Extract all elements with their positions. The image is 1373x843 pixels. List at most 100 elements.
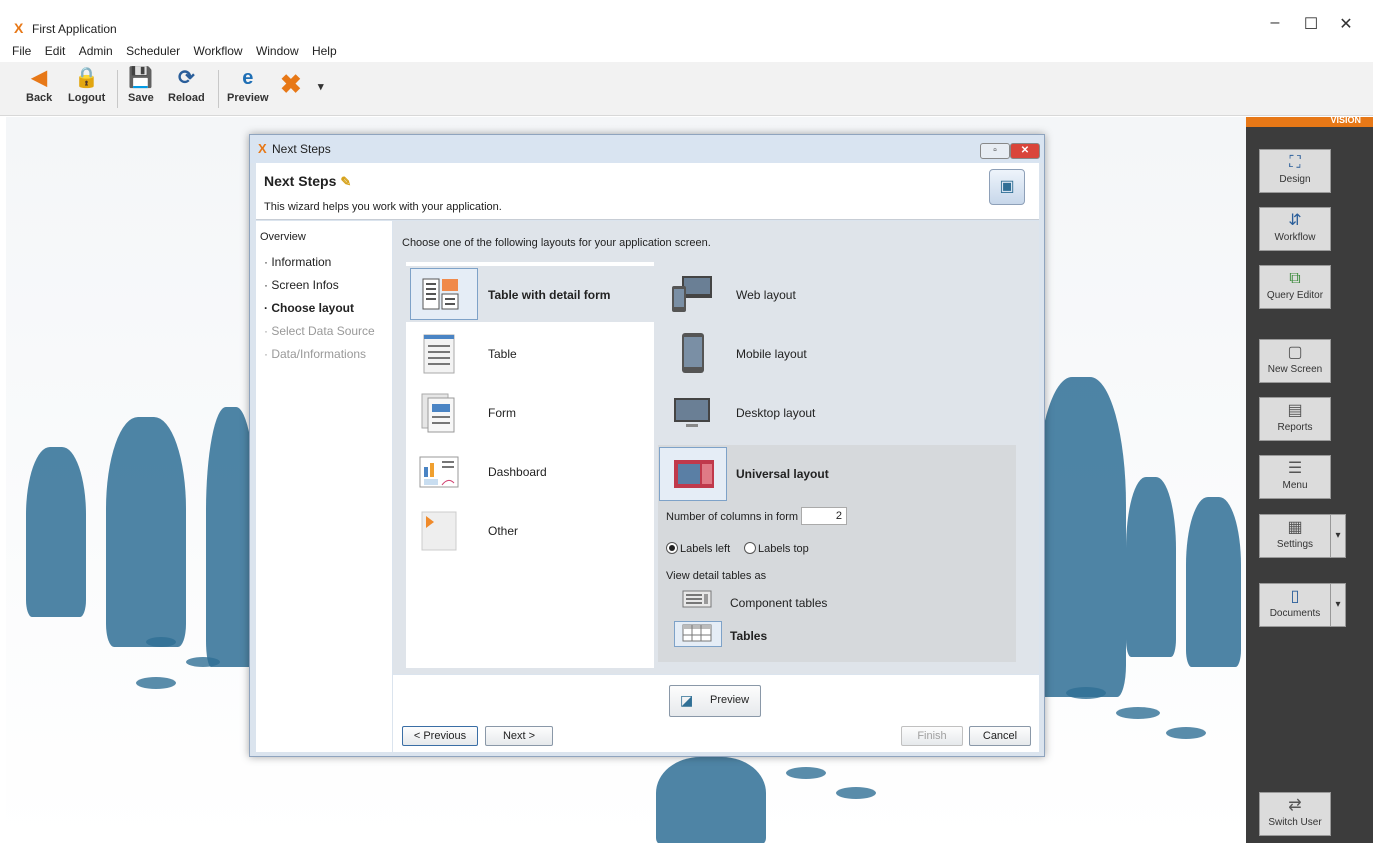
query-editor-button[interactable]: ⧉ Query Editor	[1259, 265, 1331, 309]
nav-step-data-informations: · Data/Informations	[264, 347, 367, 361]
documents-icon: ▯	[1290, 588, 1300, 605]
app-logo-icon: X	[14, 20, 24, 36]
previous-button[interactable]: < Previous	[402, 726, 478, 746]
background-dot	[186, 657, 220, 667]
layout-option-dashboard[interactable]: Dashboard	[406, 443, 654, 499]
columns-input[interactable]: 2	[801, 507, 847, 525]
vision-panel: VISION ⛶ Design ⇵ Workflow ⧉ Query Edito…	[1246, 115, 1373, 843]
toolbar-dropdown-arrow[interactable]: ▾	[318, 80, 324, 93]
next-steps-dialog: X Next Steps ▫ ✕ Next Steps ✎ This wizard…	[249, 134, 1045, 757]
nav-step-information[interactable]: · Information	[264, 255, 331, 269]
design-button[interactable]: ⛶ Design	[1259, 149, 1331, 193]
menu-scheduler[interactable]: Scheduler	[126, 44, 180, 58]
vision-brand: VISION	[1330, 115, 1361, 125]
background-silhouette	[106, 417, 186, 647]
dialog-logo-icon: X	[258, 141, 267, 156]
switch-user-button[interactable]: ⇄ Switch User	[1259, 792, 1331, 836]
component-tables-option[interactable]: Component tables	[730, 596, 827, 610]
menu-file[interactable]: File	[12, 44, 31, 58]
menu-button[interactable]: ☰ Menu	[1259, 455, 1331, 499]
title-bar: X First Application – ☐ ✕	[0, 0, 1373, 40]
background-dot	[1116, 707, 1160, 719]
universal-layout-panel: Universal layout Number of columns in fo…	[658, 445, 1016, 662]
universal-layout-option[interactable]	[659, 447, 727, 501]
wizard-steps-nav: Overview · Information · Screen Infos · …	[256, 221, 392, 752]
columns-label: Number of columns in form	[666, 511, 799, 523]
maximize-button[interactable]: ☐	[1296, 14, 1326, 34]
menu-workflow[interactable]: Workflow	[193, 44, 242, 58]
toolbar-divider	[218, 70, 219, 108]
labels-top-radio[interactable]: Labels top	[744, 542, 809, 555]
background-silhouette	[26, 447, 86, 617]
layout-option-table[interactable]: Table	[406, 325, 654, 381]
background-dot	[1166, 727, 1206, 739]
settings-button[interactable]: ▦ Settings	[1259, 514, 1331, 558]
preview-layout-button[interactable]: ◪ Preview	[669, 685, 761, 717]
preview-icon: ◪	[680, 692, 694, 708]
dialog-restore-button[interactable]: ▫	[980, 143, 1010, 159]
background-dot	[146, 637, 176, 647]
background-silhouette	[1036, 377, 1126, 697]
device-option-mobile-layout[interactable]: Mobile layout	[658, 325, 1020, 381]
menu-help[interactable]: Help	[312, 44, 337, 58]
reload-icon: ⟳	[177, 67, 195, 89]
background-dot	[836, 787, 876, 799]
next-button[interactable]: Next >	[485, 726, 553, 746]
labels-left-radio[interactable]: Labels left	[666, 542, 730, 555]
cancel-button[interactable]: Cancel	[969, 726, 1031, 746]
new-screen-button[interactable]: ▢ New Screen	[1259, 339, 1331, 383]
visionx-menu-button[interactable]: ✖	[280, 69, 302, 99]
layout-prompt: Choose one of the following layouts for …	[402, 237, 711, 249]
nav-overview: Overview	[260, 231, 306, 243]
radio-unchecked-icon	[744, 542, 756, 554]
design-icon: ⛶	[1289, 154, 1301, 171]
dialog-button-bar: ◪ Preview < Previous Next > Finish Cance…	[393, 675, 1039, 752]
toolbar: ◀ Back 🔒 Logout 💾 Save ⟳ Reload e Previe…	[0, 62, 1373, 116]
reports-button[interactable]: ▤ Reports	[1259, 397, 1331, 441]
device-option-desktop-layout[interactable]: Desktop layout	[658, 384, 1020, 440]
app-title: First Application	[32, 22, 117, 36]
workflow-button[interactable]: ⇵ Workflow	[1259, 207, 1331, 251]
dialog-close-button[interactable]: ✕	[1010, 143, 1040, 159]
logout-button[interactable]: 🔒 Logout	[68, 66, 105, 104]
component-tables-icon	[682, 590, 712, 608]
nav-step-choose-layout[interactable]: · Choose layout	[264, 301, 354, 315]
documents-dropdown-arrow[interactable]: ▾	[1330, 583, 1346, 627]
background-silhouette	[1126, 477, 1176, 657]
screen-layout-list: Table with detail form Table Form Dashbo…	[406, 262, 654, 668]
tables-option[interactable]: Tables	[730, 629, 767, 643]
menu-window[interactable]: Window	[256, 44, 299, 58]
visionx-logo-icon: ✖	[280, 69, 302, 99]
dialog-header: Next Steps ✎ This wizard helps you work w…	[256, 163, 1039, 220]
view-detail-label: View detail tables as	[666, 570, 767, 582]
background-dot	[1066, 687, 1106, 699]
back-button[interactable]: ◀ Back	[26, 66, 52, 104]
new-screen-icon: ▢	[1287, 344, 1303, 361]
browser-icon: e	[242, 67, 254, 89]
menu-bar: File Edit Admin Scheduler Workflow Windo…	[0, 44, 1373, 62]
settings-dropdown-arrow[interactable]: ▾	[1330, 514, 1346, 558]
save-button[interactable]: 💾 Save	[128, 66, 154, 104]
documents-button[interactable]: ▯ Documents	[1259, 583, 1331, 627]
device-option-web-layout[interactable]: Web layout	[658, 266, 1020, 322]
device-layout-list: Web layout Mobile layout Desktop layout	[658, 262, 1020, 668]
save-icon: 💾	[128, 67, 154, 89]
nav-step-screen-infos[interactable]: · Screen Infos	[264, 278, 339, 292]
nav-step-select-data-source: · Select Data Source	[264, 324, 375, 338]
workflow-icon: ⇵	[1288, 212, 1302, 229]
web-layout-icon	[672, 276, 712, 312]
minimize-button[interactable]: –	[1260, 14, 1290, 32]
lock-icon: 🔒	[74, 67, 100, 89]
background-silhouette	[1186, 497, 1241, 667]
layout-option-table-with-detail-form[interactable]: Table with detail form	[406, 266, 654, 322]
tables-icon	[682, 624, 712, 642]
close-button[interactable]: ✕	[1331, 14, 1361, 34]
preview-button[interactable]: e Preview	[227, 66, 269, 104]
finish-button: Finish	[901, 726, 963, 746]
menu-admin[interactable]: Admin	[79, 44, 113, 58]
settings-icon: ▦	[1287, 519, 1303, 536]
layout-option-form[interactable]: Form	[406, 384, 654, 440]
reload-button[interactable]: ⟳ Reload	[168, 66, 205, 104]
menu-edit[interactable]: Edit	[45, 44, 66, 58]
layout-option-other[interactable]: Other	[406, 502, 654, 558]
